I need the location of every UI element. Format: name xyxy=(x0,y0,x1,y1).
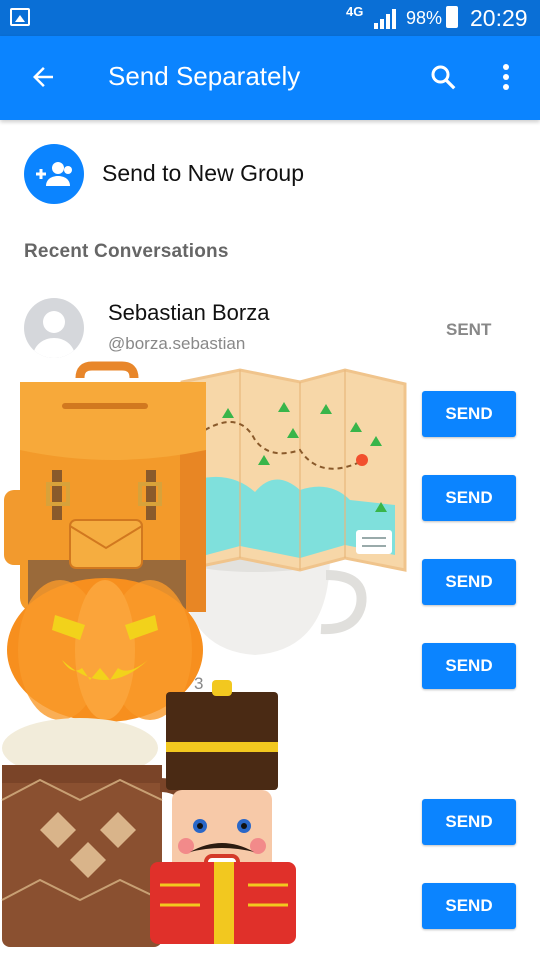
mug-sticker xyxy=(1,718,203,947)
cup-sticker xyxy=(179,544,367,655)
pumpkin-sticker xyxy=(7,578,203,722)
app-bar: Send Separately xyxy=(0,36,540,120)
contact-handle: @borza.sebastian xyxy=(108,334,246,353)
network-type: 4G xyxy=(346,4,364,19)
avatar xyxy=(24,298,84,358)
page-title: Send Separately xyxy=(108,61,301,91)
status-bar: 4G 98% 20:29 xyxy=(0,0,540,36)
partial-text: 3 xyxy=(194,674,204,693)
new-group-label: Send to New Group xyxy=(102,160,305,186)
gallery-notification-icon xyxy=(10,8,30,26)
send-button[interactable]: SEND xyxy=(422,799,516,845)
arrow-back-icon[interactable] xyxy=(28,62,58,92)
search-icon[interactable] xyxy=(428,62,458,92)
send-button[interactable]: SEND xyxy=(422,643,516,689)
partial-text: T xyxy=(24,730,35,749)
clock: 20:29 xyxy=(470,5,528,31)
sent-status: SENT xyxy=(446,320,492,339)
more-vert-icon[interactable] xyxy=(496,62,516,92)
add-group-icon xyxy=(24,144,84,204)
section-title-recent: Recent Conversations xyxy=(24,241,229,262)
signal-icon xyxy=(374,9,396,29)
send-button[interactable]: SEND xyxy=(422,559,516,605)
battery-charging-icon xyxy=(446,6,458,28)
send-button[interactable]: SEND xyxy=(422,475,516,521)
send-to-new-group[interactable]: Send to New Group xyxy=(0,136,540,212)
backpack-sticker xyxy=(4,361,206,612)
map-sticker xyxy=(180,368,407,572)
send-button[interactable]: SEND xyxy=(422,883,516,929)
send-button[interactable]: SEND xyxy=(422,391,516,437)
conversation-row[interactable]: Sebastian Borza @borza.sebastian SENT xyxy=(0,298,540,382)
nutcracker-sticker xyxy=(150,680,296,944)
contact-name: Sebastian Borza xyxy=(108,300,270,325)
battery-percent: 98% xyxy=(406,8,443,28)
